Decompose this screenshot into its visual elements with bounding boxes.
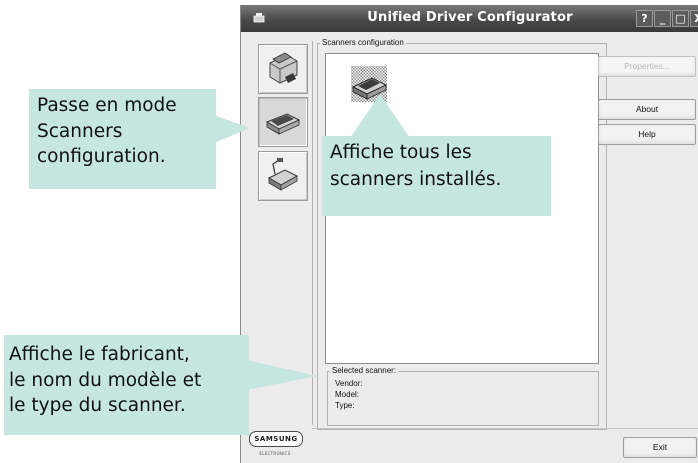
callout-mode-line-2: Scanners	[37, 120, 123, 142]
callout-selected-line-2: le nom du modèle et	[9, 369, 202, 391]
selected-scanner-title: Selected scanner:	[330, 366, 399, 375]
callout-pointer-mode	[214, 115, 250, 143]
help-button[interactable]: Help	[598, 124, 696, 145]
sidebar-item-printers[interactable]	[258, 44, 308, 94]
close-button[interactable]: X	[690, 10, 698, 27]
bottom-separator	[312, 428, 698, 429]
vendor-label: Vendor:	[335, 379, 363, 388]
window-title: Unified Driver Configurator	[367, 10, 573, 25]
title-bar[interactable]: Unified Driver Configurator ? _ □ X	[241, 5, 698, 32]
minimize-button[interactable]: _	[654, 10, 671, 27]
printer-icon	[269, 52, 298, 84]
callout-pointer-selected	[247, 360, 317, 390]
callout-selected-line-1: Affiche le fabricant,	[9, 344, 190, 365]
logo-brand: SAMSUNG	[249, 431, 303, 447]
callout-mode-line-1: Passe en mode	[37, 95, 177, 116]
exit-button[interactable]: Exit	[623, 437, 697, 458]
maximize-button[interactable]: □	[672, 10, 689, 27]
scanner-icon	[265, 113, 301, 135]
samsung-logo: SAMSUNG ELECTRONICS	[249, 431, 309, 456]
selected-scanner-box	[327, 371, 599, 426]
about-button[interactable]: About	[598, 99, 696, 120]
driver-configurator-window: Unified Driver Configurator ? _ □ X	[240, 5, 698, 463]
sidebar-item-ports[interactable]	[258, 151, 308, 201]
callout-selected-line-3: le type du scanner.	[9, 395, 186, 416]
callout-list-line-2: scanners installés.	[330, 169, 502, 190]
callout-selected: Affiche le fabricant, le nom du modèle e…	[4, 335, 249, 435]
logo-sub: ELECTRONICS	[259, 451, 291, 456]
model-label: Model:	[335, 390, 360, 399]
group-title: Scanners configuration	[320, 38, 406, 47]
sidebar-item-scanners[interactable]	[258, 97, 308, 147]
callout-pointer-list	[350, 94, 410, 138]
callout-mode-line-3: configuration.	[37, 146, 166, 167]
properties-button[interactable]: Properties...	[598, 56, 696, 77]
callout-list: Affiche tous les scanners installés.	[322, 136, 551, 216]
callout-mode: Passe en mode Scanners configuration.	[29, 89, 216, 189]
port-icon	[267, 158, 299, 191]
type-label: Type:	[335, 401, 355, 410]
help-window-button[interactable]: ?	[636, 10, 653, 27]
callout-list-line-1: Affiche tous les	[330, 142, 472, 163]
